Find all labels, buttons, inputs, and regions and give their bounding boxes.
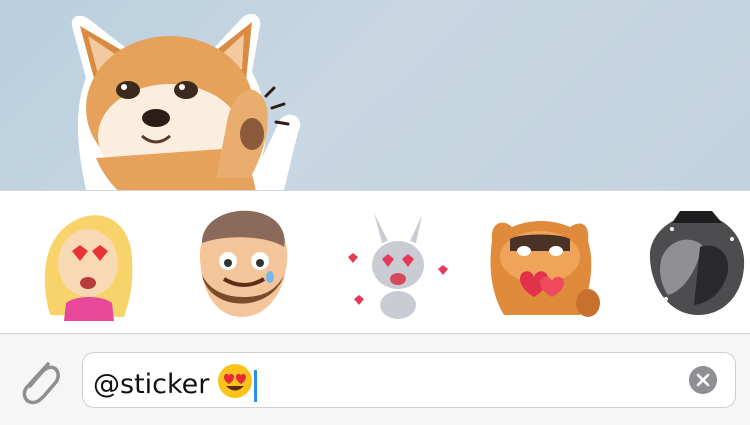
message-input-text[interactable]: @sticker (93, 363, 258, 408)
message-input-bar: @sticker (0, 334, 750, 425)
paperclip-icon[interactable] (14, 354, 64, 408)
shiba-dog-sticker[interactable] (66, 8, 300, 190)
heart-eyes-emoji (217, 363, 253, 408)
bearded-man-tears-sticker[interactable] (180, 199, 310, 325)
input-value: @sticker (93, 369, 210, 400)
sticker-suggestions-panel (0, 190, 750, 334)
bunny-heart-eyes-sticker[interactable] (334, 199, 464, 325)
clear-x-icon[interactable] (689, 366, 717, 394)
text-caret (254, 369, 258, 402)
couple-silhouette-sticker[interactable] (632, 199, 750, 325)
cat-holding-hearts-sticker[interactable] (476, 199, 606, 325)
chat-background (0, 0, 750, 190)
blonde-girl-heart-eyes-sticker[interactable] (26, 199, 156, 325)
message-input-field[interactable]: @sticker (82, 352, 736, 408)
